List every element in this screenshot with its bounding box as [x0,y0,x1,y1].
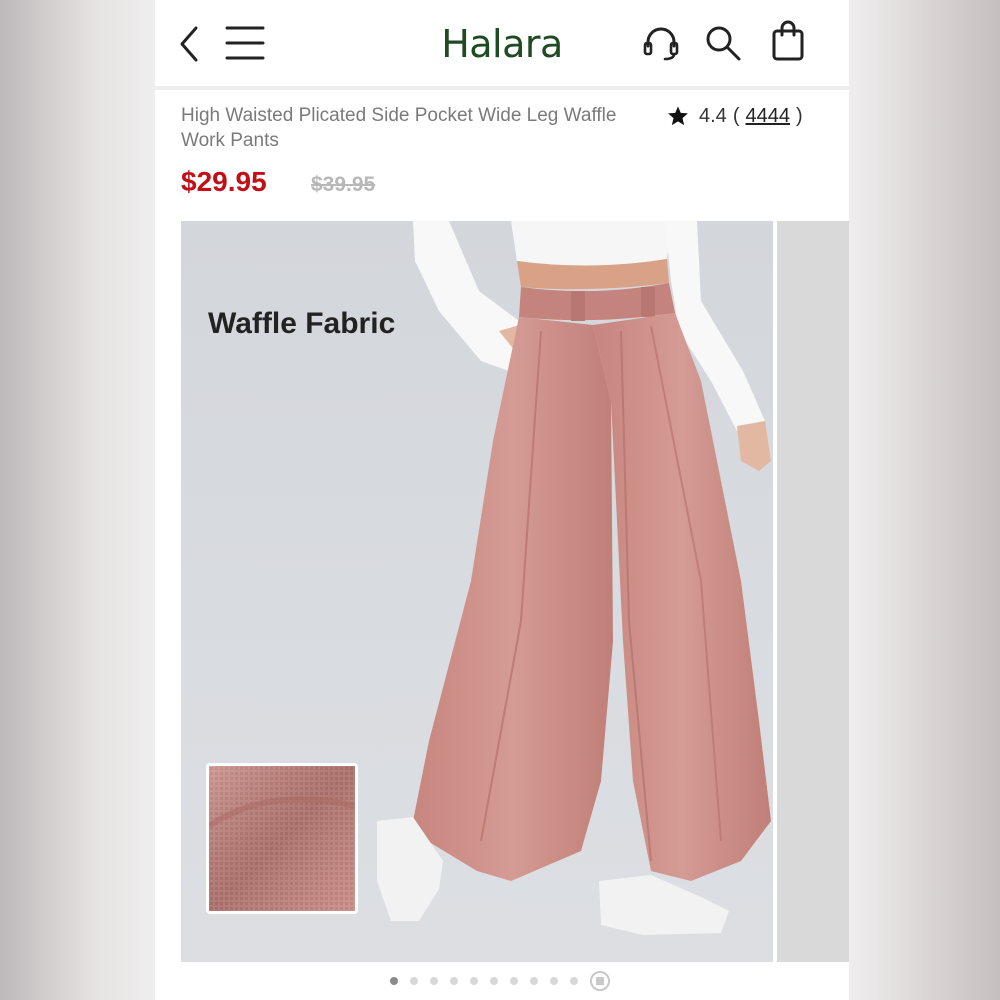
carousel-dot[interactable] [550,977,558,985]
fabric-swatch-image [206,763,358,914]
carousel-dot[interactable] [390,977,398,985]
app-screen: Halara High Waisted Plicated Side Pocket… [155,0,849,1000]
overlay-label: Waffle Fabric [208,307,396,340]
paren-open: ( [732,104,740,127]
carousel-dot[interactable] [430,977,438,985]
carousel-dot[interactable] [450,977,458,985]
carousel-dot[interactable] [470,977,478,985]
carousel-pagination [390,971,610,991]
rating-value: 4.4 [699,104,727,127]
next-image-peek[interactable] [777,221,849,962]
video-indicator-icon[interactable] [590,971,610,991]
carousel-dot[interactable] [410,977,418,985]
product-image-carousel[interactable]: Waffle Fabric [181,221,773,962]
top-navigation-bar: Halara [155,0,849,86]
star-icon [668,106,688,126]
background-blur-left [0,0,155,1000]
brand-logo[interactable]: Halara [402,22,602,66]
menu-icon[interactable] [225,24,265,62]
customer-support-icon[interactable] [641,24,681,62]
waffle-texture [209,766,355,911]
product-rating[interactable]: 4.4 ( 4444 ) [667,103,809,129]
review-count-link[interactable]: 4444 [745,105,790,128]
search-icon[interactable] [704,24,742,62]
carousel-dot[interactable] [510,977,518,985]
product-title: High Waisted Plicated Side Pocket Wide L… [181,105,617,151]
paren-close: ) [795,104,803,127]
original-price: $39.95 [311,173,376,196]
carousel-dot[interactable] [490,977,498,985]
carousel-dot[interactable] [530,977,538,985]
background-blur-right [849,0,1000,1000]
carousel-dot[interactable] [570,977,578,985]
header-divider [155,86,849,90]
shopping-bag-icon[interactable] [770,20,806,62]
back-icon[interactable] [177,24,201,64]
current-price: $29.95 [181,166,267,197]
